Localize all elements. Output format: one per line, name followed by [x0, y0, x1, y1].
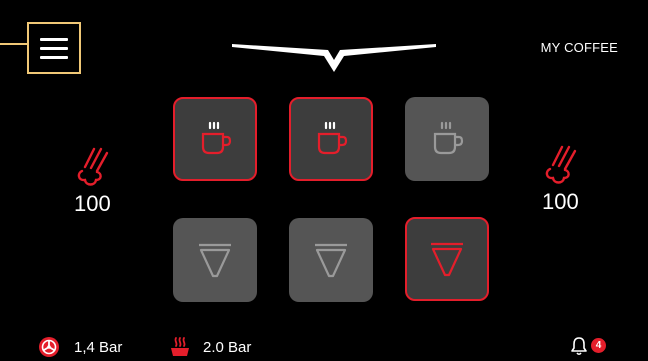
coffee-cup-icon — [317, 121, 348, 155]
filter-icon — [199, 243, 231, 278]
filter-icon — [431, 242, 463, 277]
page-title: MY COFFEE — [540, 40, 618, 55]
steam-wand-icon — [546, 145, 577, 184]
steam-wand-icon — [78, 147, 109, 186]
filter-tile-1[interactable] — [173, 218, 257, 302]
bell-icon — [571, 337, 587, 356]
steam-left-value: 100 — [74, 191, 111, 216]
coffee-tile-3[interactable] — [405, 97, 489, 181]
brand-logo — [232, 44, 436, 72]
filter-tile-3[interactable] — [405, 217, 489, 301]
boiler-pressure: 2.0 Bar — [203, 339, 252, 356]
pump-icon — [39, 337, 59, 357]
filter-icon — [315, 243, 347, 278]
coffee-cup-icon — [201, 121, 232, 155]
coffee-tile-1[interactable] — [173, 97, 257, 181]
pump-pressure: 1,4 Bar — [74, 339, 123, 356]
coffee-tile-2[interactable] — [289, 97, 373, 181]
filter-tile-2[interactable] — [289, 218, 373, 302]
notifications-button[interactable]: 4 — [570, 335, 610, 357]
steam-right[interactable]: 100 — [542, 143, 579, 215]
boiler-icon — [171, 337, 189, 356]
highlight-connector — [0, 43, 27, 45]
steam-right-value: 100 — [542, 189, 579, 214]
coffee-cup-icon — [433, 121, 464, 155]
steam-left[interactable]: 100 — [74, 145, 111, 217]
menu-button[interactable] — [27, 22, 81, 74]
notification-badge: 4 — [591, 338, 606, 353]
